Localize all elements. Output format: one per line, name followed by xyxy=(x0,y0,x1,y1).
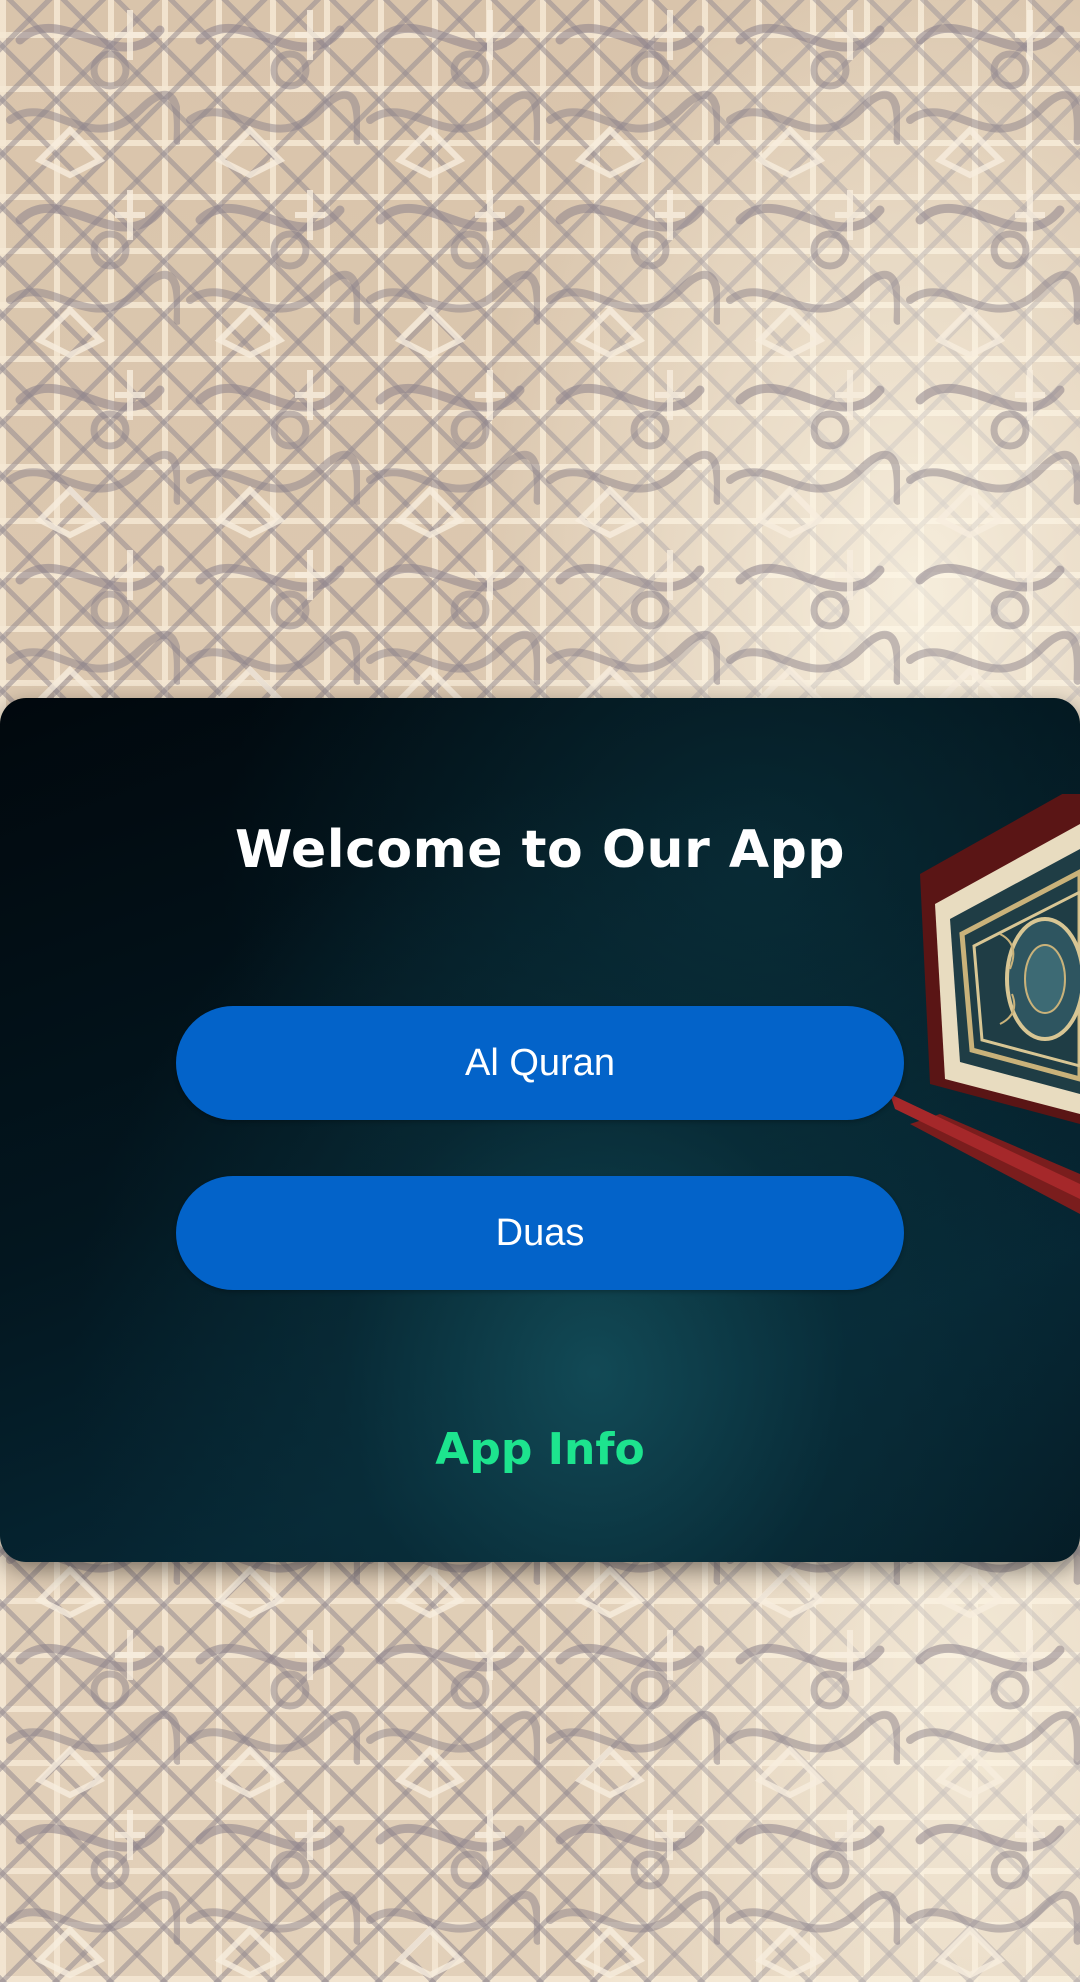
welcome-card: Welcome to Our App Al Quran Duas App Inf… xyxy=(0,698,1080,1562)
duas-button[interactable]: Duas xyxy=(176,1176,904,1290)
page-title: Welcome to Our App xyxy=(234,820,846,880)
app-info-link[interactable]: App Info xyxy=(435,1424,644,1475)
al-quran-button[interactable]: Al Quran xyxy=(176,1006,904,1120)
app-info-container: App Info xyxy=(0,1424,1080,1475)
